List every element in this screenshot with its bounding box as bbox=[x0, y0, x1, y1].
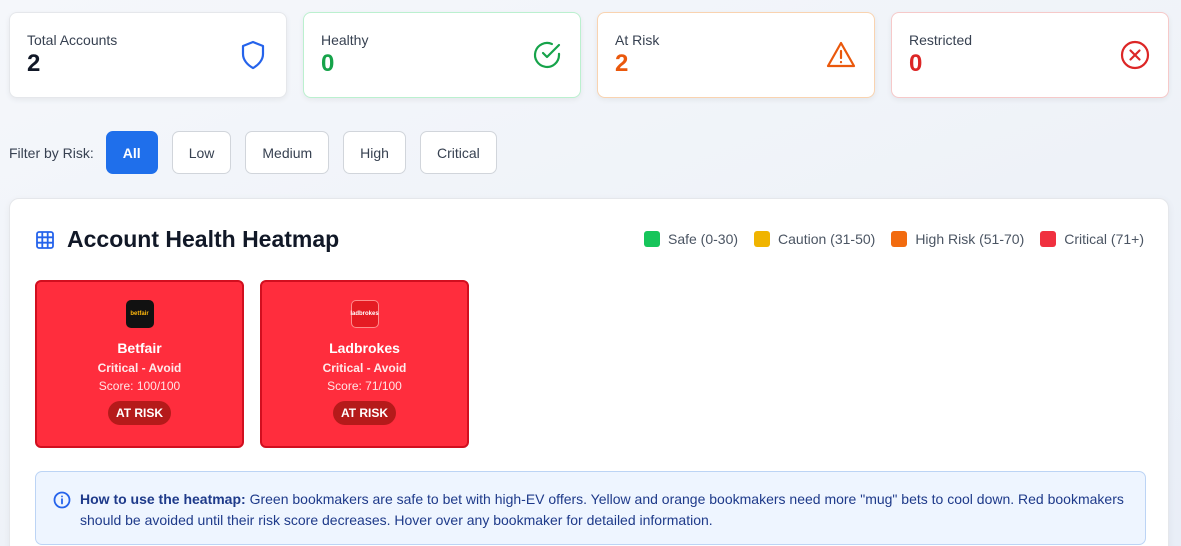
filter-high-button[interactable]: High bbox=[343, 131, 406, 174]
bookmaker-name: Betfair bbox=[117, 340, 162, 356]
legend-swatch bbox=[1040, 231, 1057, 247]
bookmaker-card-betfair[interactable]: betfair Betfair Critical - Avoid Score: … bbox=[35, 280, 244, 448]
betfair-logo: betfair bbox=[125, 300, 154, 328]
stat-label: Healthy bbox=[321, 32, 369, 48]
stat-label: Total Accounts bbox=[27, 32, 118, 48]
ladbrokes-logo: ladbrokes bbox=[350, 300, 379, 328]
bookmaker-name: Ladbrokes bbox=[329, 340, 400, 356]
check-circle-icon bbox=[533, 41, 561, 69]
stat-value: 2 bbox=[615, 50, 629, 77]
legend-item-critical: Critical (71+) bbox=[1040, 231, 1144, 247]
stat-value: 0 bbox=[909, 50, 923, 77]
info-icon bbox=[53, 491, 71, 509]
legend-swatch bbox=[891, 231, 908, 247]
bookmaker-status: Critical - Avoid bbox=[322, 361, 407, 375]
help-heading: How to use the heatmap: bbox=[80, 491, 246, 507]
x-circle-icon bbox=[1120, 40, 1150, 70]
stat-label: At Risk bbox=[615, 32, 660, 48]
filter-critical-button[interactable]: Critical bbox=[419, 131, 497, 174]
legend-swatch bbox=[643, 231, 660, 247]
grid-icon bbox=[36, 230, 54, 249]
heatmap-title: Account Health Heatmap bbox=[67, 226, 340, 252]
stat-value: 2 bbox=[27, 50, 41, 77]
filter-label: Filter by Risk: bbox=[9, 144, 94, 161]
stat-label: Restricted bbox=[909, 32, 973, 48]
bookmaker-status: Critical - Avoid bbox=[97, 361, 182, 375]
legend-item-safe: Safe (0-30) bbox=[643, 231, 739, 247]
filter-all-button[interactable]: All bbox=[105, 131, 158, 174]
heatmap-legend: Safe (0-30) Caution (31-50) High Risk (5… bbox=[628, 231, 1144, 247]
stats-row: Total Accounts 2 Healthy 0 At Risk 2 Res… bbox=[9, 12, 1169, 98]
stat-healthy: Healthy 0 bbox=[303, 12, 581, 98]
at-risk-badge: AT RISK bbox=[332, 401, 397, 425]
heatmap-panel: Account Health Heatmap Safe (0-30) Cauti… bbox=[9, 198, 1169, 546]
legend-label: Caution (31-50) bbox=[778, 231, 876, 247]
warning-triangle-icon bbox=[826, 41, 856, 68]
shield-icon bbox=[241, 40, 265, 70]
legend-item-high-risk: High Risk (51-70) bbox=[891, 231, 1024, 247]
stat-at-risk: At Risk 2 bbox=[597, 12, 875, 98]
risk-filter: Filter by Risk: All Low Medium High Crit… bbox=[9, 131, 511, 174]
bookmaker-cards: betfair Betfair Critical - Avoid Score: … bbox=[35, 280, 469, 448]
stat-restricted: Restricted 0 bbox=[891, 12, 1169, 98]
legend-item-caution: Caution (31-50) bbox=[754, 231, 875, 247]
heatmap-header: Account Health Heatmap bbox=[35, 226, 339, 253]
bookmaker-score: Score: 71/100 bbox=[327, 379, 402, 393]
legend-label: Critical (71+) bbox=[1064, 231, 1144, 247]
filter-medium-button[interactable]: Medium bbox=[245, 131, 330, 174]
stat-value: 0 bbox=[321, 50, 335, 77]
legend-label: Safe (0-30) bbox=[667, 231, 739, 247]
bookmaker-score: Score: 100/100 bbox=[98, 379, 181, 393]
legend-swatch bbox=[754, 231, 771, 247]
filter-low-button[interactable]: Low bbox=[171, 131, 232, 174]
legend-label: High Risk (51-70) bbox=[915, 231, 1025, 247]
heatmap-help-box: How to use the heatmap: Green bookmakers… bbox=[35, 471, 1146, 545]
stat-total-accounts: Total Accounts 2 bbox=[9, 12, 287, 98]
at-risk-badge: AT RISK bbox=[107, 401, 172, 425]
bookmaker-card-ladbrokes[interactable]: ladbrokes Ladbrokes Critical - Avoid Sco… bbox=[260, 280, 469, 448]
